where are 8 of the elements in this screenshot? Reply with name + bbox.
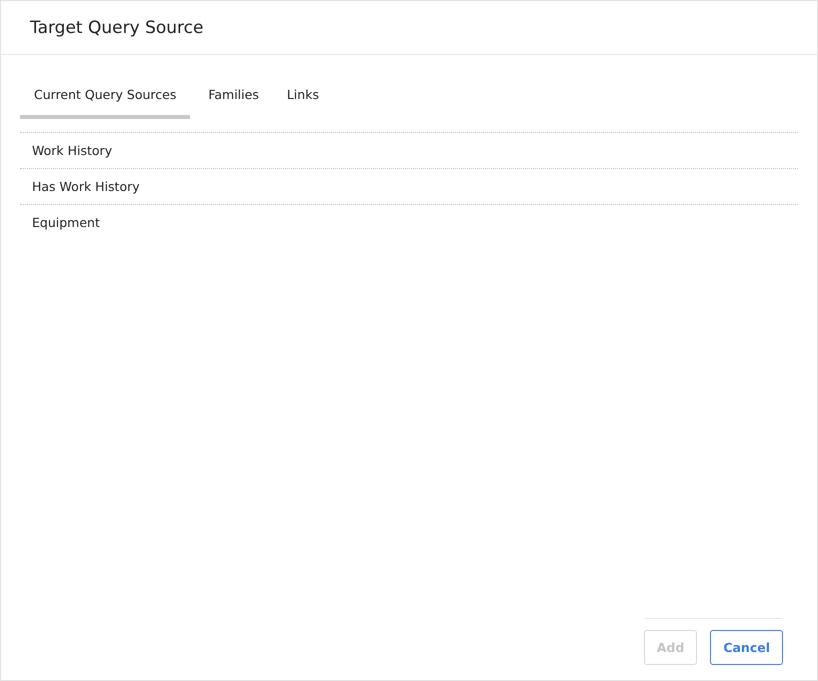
cancel-button[interactable]: Cancel — [710, 630, 783, 665]
list-item[interactable]: Work History — [32, 143, 112, 158]
list-item[interactable]: Has Work History — [32, 179, 140, 194]
tab[interactable]: Current Query Sources — [20, 79, 190, 119]
tab[interactable]: Links — [272, 79, 333, 119]
tab[interactable]: Families — [194, 79, 273, 119]
list-item[interactable]: Equipment — [32, 215, 100, 230]
dialog-title: Target Query Source — [30, 18, 204, 38]
